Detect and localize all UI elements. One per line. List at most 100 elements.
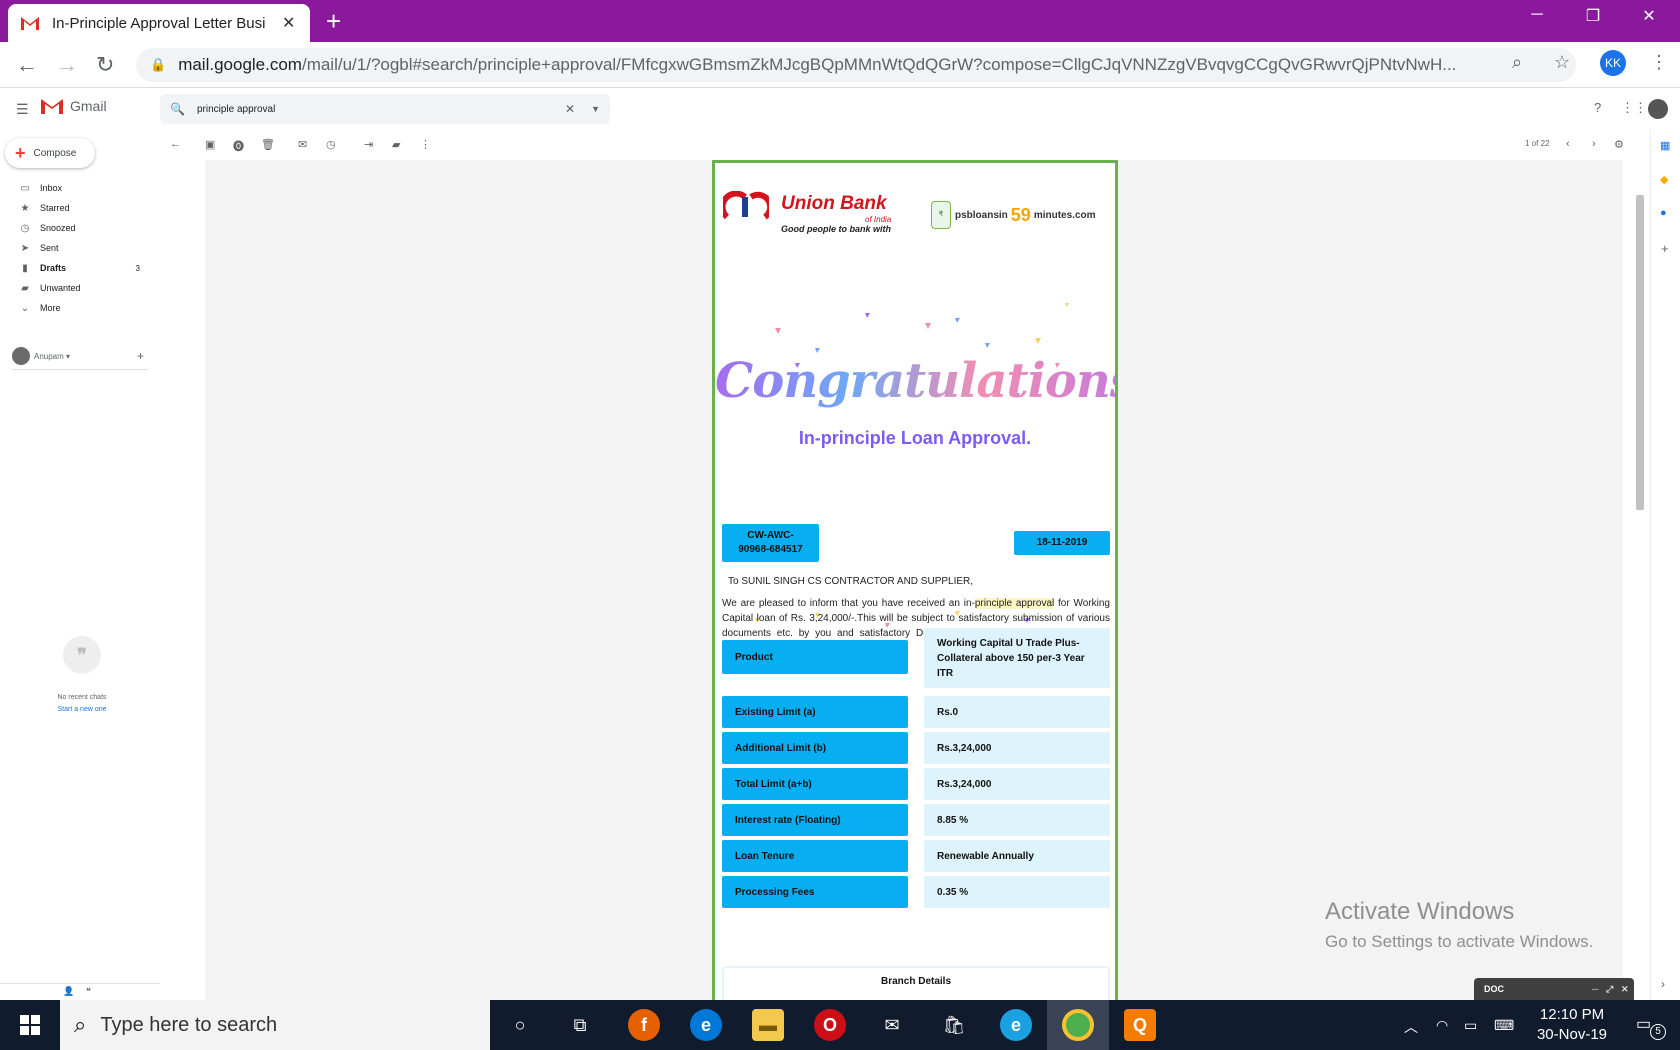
calendar-icon[interactable]: ▦	[1660, 139, 1670, 152]
row-label-processing-fees: Processing Fees	[722, 876, 908, 908]
label-icon: ▰	[21, 282, 29, 294]
keyboard-icon[interactable]: ⌨	[1494, 1017, 1514, 1034]
bank-tagline: Good people to bank with	[781, 224, 891, 234]
add-ons-icon[interactable]: +	[1661, 241, 1669, 256]
close-icon[interactable]: ✕	[1621, 984, 1629, 995]
main-menu-icon[interactable]: ☰	[16, 101, 29, 118]
restore-button[interactable]: ❐	[1570, 6, 1616, 26]
side-panel: ▦ ◆ ● + ›	[1650, 129, 1680, 1000]
back-icon[interactable]: ←	[16, 52, 38, 78]
gmail-icon	[21, 17, 39, 30]
more-actions-icon[interactable]: ⋮	[420, 138, 431, 151]
sidebar-item-snoozed[interactable]: ◷ Snoozed	[0, 218, 148, 238]
search-icon[interactable]: 🔍	[170, 102, 185, 116]
file-explorer-icon[interactable]: ▬	[752, 1009, 784, 1041]
system-clock[interactable]: 12:10 PM 30-Nov-19	[1522, 1005, 1622, 1045]
row-value-existing-limit: Rs.0	[924, 696, 1110, 728]
q-app-icon[interactable]: Q	[1124, 1009, 1156, 1041]
sidebar-footer: 👤 ❝	[0, 983, 160, 999]
store-icon[interactable]: 🛍	[938, 1009, 970, 1041]
battery-icon[interactable]: ▭	[1464, 1017, 1477, 1034]
notification-count: 5	[1650, 1024, 1666, 1040]
browser-title-bar: In-Principle Approval Letter Busi ✕ + ─ …	[0, 0, 1680, 42]
lock-icon: 🔒	[150, 57, 167, 72]
contacts-icon[interactable]: 👤	[63, 986, 74, 997]
search-options-icon[interactable]: ▼	[591, 104, 600, 114]
apps-grid-icon[interactable]: ⋮⋮	[1621, 100, 1647, 116]
row-label-total-limit: Total Limit (a+b)	[722, 768, 908, 800]
tab-close-icon[interactable]: ✕	[282, 13, 295, 33]
expand-panel-icon[interactable]: ›	[1661, 977, 1665, 991]
older-icon[interactable]: ›	[1592, 138, 1596, 150]
clear-search-icon[interactable]: ✕	[565, 102, 575, 116]
sidebar-item-drafts[interactable]: ▮ Drafts 3	[0, 258, 148, 278]
labels-icon[interactable]: ▰	[392, 138, 400, 151]
action-center-icon[interactable]: ▭ 5	[1636, 1014, 1666, 1040]
zoom-icon[interactable]: ⌕	[1512, 52, 1522, 73]
archive-icon[interactable]: ▣	[205, 138, 215, 151]
hangouts-user[interactable]: Anupam ▾ +	[12, 346, 148, 366]
chrome-menu-icon[interactable]: ⋮	[1650, 52, 1668, 73]
mail-search[interactable]: 🔍 ✕ ▼	[160, 94, 610, 124]
move-to-icon[interactable]: ⇥	[364, 138, 373, 151]
omnibox[interactable]: 🔒 mail.google.com/mail/u/1/?ogbl#search/…	[136, 48, 1576, 82]
expand-icon[interactable]: ⤢	[1606, 984, 1613, 995]
show-hidden-icons[interactable]: ︿	[1404, 1017, 1418, 1037]
keep-icon[interactable]: ◆	[1660, 173, 1668, 186]
delete-icon[interactable]: 🗑	[261, 138, 275, 151]
mail-icon[interactable]: ✉	[876, 1009, 908, 1041]
back-to-results-icon[interactable]: ←	[170, 138, 181, 150]
edge-icon[interactable]: e	[690, 1009, 722, 1041]
reference-number: CW-AWC- 90968-684517	[722, 524, 819, 562]
tasks-icon[interactable]: ●	[1660, 207, 1667, 219]
start-new-chat-link[interactable]: Start a new one	[30, 706, 134, 713]
minimize-button[interactable]: ─	[1514, 6, 1560, 24]
internet-explorer-icon[interactable]: e	[1000, 1009, 1032, 1041]
help-icon[interactable]: ?	[1594, 100, 1601, 115]
sidebar-item-sent[interactable]: ➤ Sent	[0, 238, 148, 258]
profile-avatar[interactable]: KK	[1600, 50, 1626, 76]
row-value-processing-fees: 0.35 %	[924, 876, 1110, 908]
opera-icon[interactable]: O	[814, 1009, 846, 1041]
search-input[interactable]	[196, 103, 562, 115]
forward-icon[interactable]: →	[56, 52, 78, 78]
gmail-logo[interactable]: Gmail	[40, 97, 107, 115]
sidebar-item-starred[interactable]: ★ Starred	[0, 198, 148, 218]
report-spam-icon[interactable]: ⓿	[233, 138, 244, 154]
new-tab-button[interactable]: +	[326, 8, 341, 34]
close-window-button[interactable]: ✕	[1626, 6, 1672, 26]
network-icon[interactable]: ◠	[1436, 1017, 1448, 1034]
account-avatar[interactable]	[1648, 99, 1668, 119]
branch-details-heading: Branch Details	[722, 966, 1110, 1000]
row-label-product: Product	[722, 640, 908, 674]
scrollbar[interactable]	[1636, 195, 1644, 510]
url-text[interactable]: mail.google.com/mail/u/1/?ogbl#search/pr…	[178, 55, 1498, 75]
gmail-logo-icon	[41, 99, 63, 114]
reload-icon[interactable]: ↻	[96, 52, 114, 78]
cortana-icon[interactable]: ○	[504, 1009, 536, 1041]
chrome-icon[interactable]	[1062, 1009, 1094, 1041]
snooze-icon[interactable]: ◷	[326, 138, 336, 151]
sidebar-item-more[interactable]: ⌄ More	[0, 298, 148, 318]
row-value-total-limit: Rs.3,24,000	[924, 768, 1110, 800]
windows-logo-icon	[20, 1015, 40, 1035]
task-view-icon[interactable]: ⧉	[564, 1009, 596, 1041]
start-button[interactable]	[0, 1000, 60, 1050]
minimized-compose-window[interactable]: DOC ─ ⤢ ✕	[1474, 978, 1634, 1000]
addressee: To SUNIL SINGH CS CONTRACTOR AND SUPPLIE…	[728, 576, 974, 587]
browser-tab[interactable]: In-Principle Approval Letter Busi ✕	[8, 4, 310, 42]
taskbar-search[interactable]: ⌕ Type here to search	[60, 1000, 490, 1050]
newer-icon[interactable]: ‹	[1566, 138, 1570, 150]
compose-button[interactable]: + Compose	[5, 138, 95, 168]
row-label-additional-limit: Additional Limit (b)	[722, 732, 908, 764]
hangouts-icon[interactable]: ❝	[86, 986, 91, 997]
sidebar-item-inbox[interactable]: ▭ Inbox	[0, 178, 148, 198]
mark-unread-icon[interactable]: ✉	[298, 138, 307, 151]
minimize-icon[interactable]: ─	[1592, 984, 1598, 994]
firefox-icon[interactable]: f	[628, 1009, 660, 1041]
divider	[12, 369, 148, 370]
sidebar-item-unwanted[interactable]: ▰ Unwanted	[0, 278, 148, 298]
bookmark-star-icon[interactable]: ☆	[1554, 52, 1570, 73]
add-chat-icon[interactable]: +	[137, 349, 144, 363]
settings-gear-icon[interactable]: ⚙	[1614, 138, 1624, 151]
